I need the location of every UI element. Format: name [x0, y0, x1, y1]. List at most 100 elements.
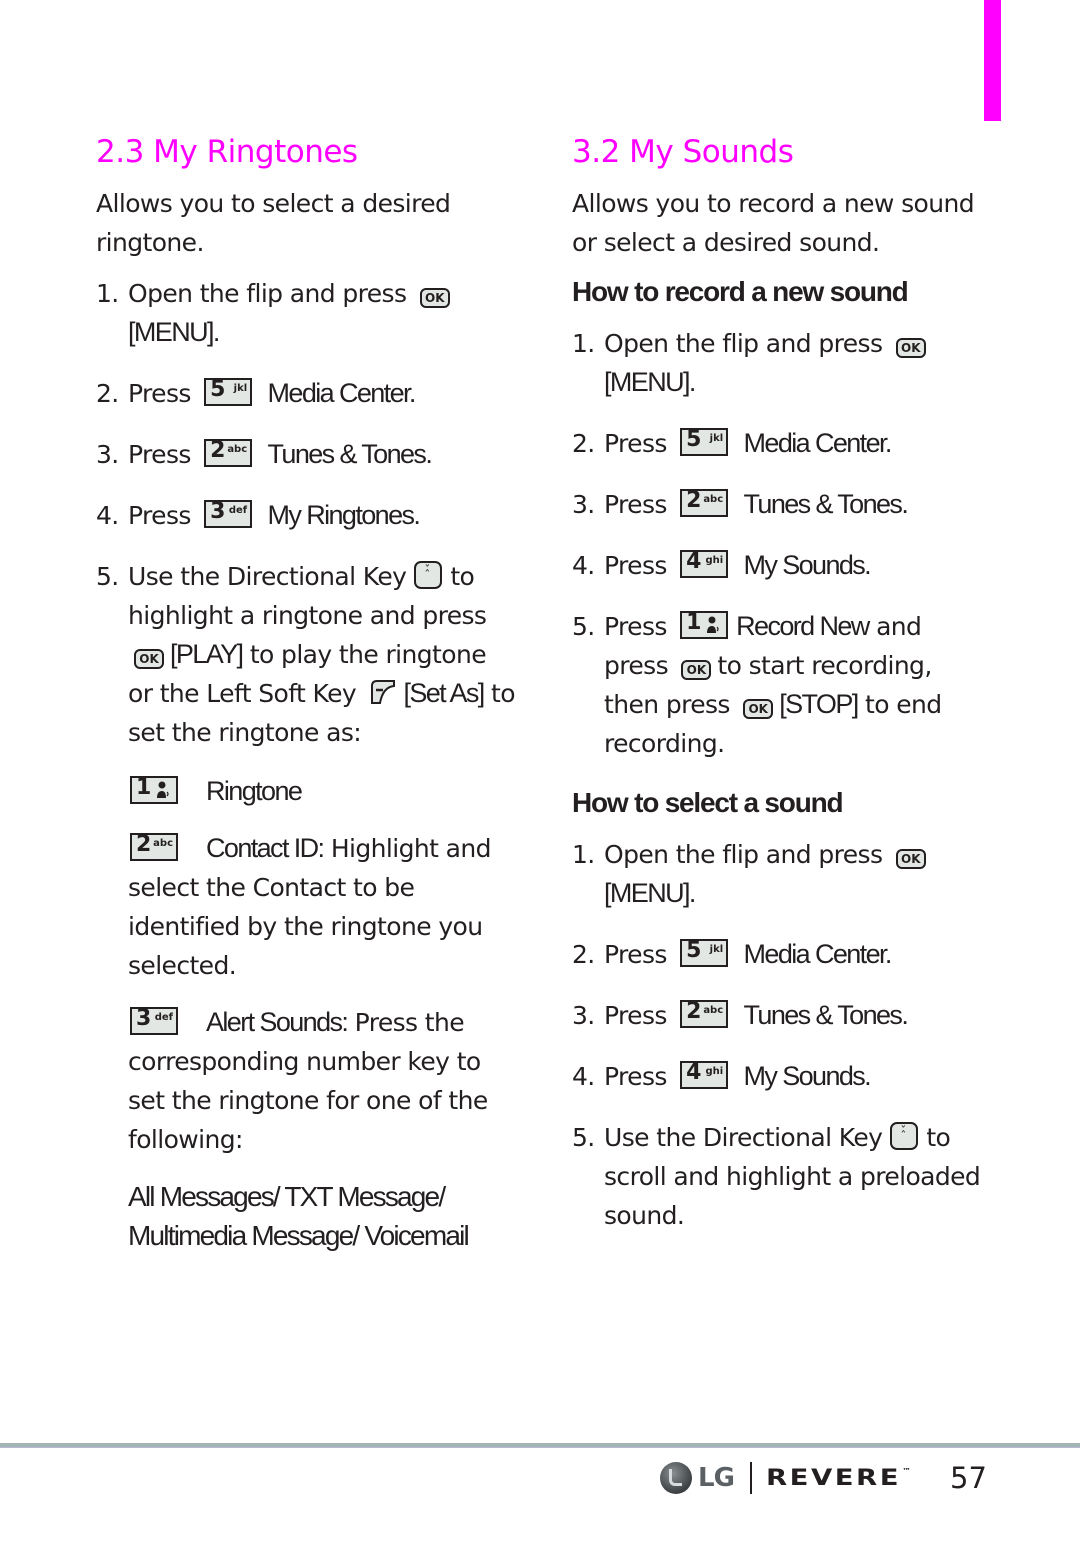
my-ringtones-section: 2.3 My Ringtones Allows you to select a … [96, 130, 516, 1255]
step-text: Press [128, 379, 191, 408]
ok-key-icon: OK [134, 649, 164, 669]
step-number: 4. [572, 551, 595, 580]
option-label: Contact ID: [206, 833, 325, 863]
product-name: REVERE™ [765, 1465, 914, 1491]
step-number: 4. [572, 1062, 595, 1091]
ok-key-icon: OK [419, 288, 450, 308]
step-text: Press [604, 1001, 667, 1030]
step-command: [STOP] [779, 689, 859, 719]
step-command: Media Center. [743, 428, 893, 458]
step-text: Press [604, 612, 667, 641]
step-command: Media Center. [267, 378, 417, 408]
step-command: My Sounds. [743, 550, 872, 580]
step-command: My Ringtones. [267, 500, 421, 530]
alert-types-list: All Messages/ TXT Message/ Multimedia Me… [128, 1181, 470, 1251]
step-number: 2. [572, 940, 595, 969]
step-number: 2. [572, 429, 595, 458]
option-contact-id: 2 abc Contact ID: Highlight and select the… [96, 829, 516, 985]
ok-key-icon: OK [895, 849, 926, 869]
select-subheading: How to select a sound [572, 787, 844, 818]
step-command: [MENU]. [128, 317, 220, 347]
step-text: Press [604, 490, 667, 519]
step-item: 3. Press 2 abc Tunes & Tones. [572, 485, 992, 524]
section-title: 2.3 My Ringtones [96, 134, 358, 170]
step-text: Use the Directional Key [604, 1123, 883, 1152]
section-tab-marker [984, 0, 1001, 121]
step-command: My Sounds. [743, 1061, 872, 1091]
step-command: Tunes & Tones. [743, 489, 909, 519]
section-title: 3.2 My Sounds [572, 134, 794, 170]
step-item: 4. Press 4 ghi My Sounds. [572, 1057, 992, 1096]
step-command: Record New [736, 611, 870, 641]
step-number: 3. [572, 490, 595, 519]
step-text: Open the flip and press [128, 279, 407, 308]
step-text: Open the flip and press [604, 840, 883, 869]
step-text: Press [604, 940, 667, 969]
key-2-icon: 2 abc [680, 999, 729, 1028]
lg-logo-icon [660, 1462, 692, 1494]
step-command: Tunes & Tones. [267, 439, 433, 469]
step-number: 5. [96, 562, 119, 591]
step-number: 1. [572, 329, 595, 358]
key-5-icon: 5 jkl [204, 377, 253, 406]
key-4-icon: 4 ghi [680, 1060, 729, 1089]
option-ringtone: 1 Ringtone [96, 772, 516, 811]
step-item: 3. Press 2 abc Tunes & Tones. [572, 996, 992, 1035]
step-text: Press [128, 501, 191, 530]
key-5-icon: 5 jkl [680, 938, 729, 967]
section-intro: Allows you to select a desired ringtone. [96, 189, 451, 257]
step-item: 2. Press 5 jkl Media Center. [96, 374, 516, 413]
record-subheading: How to record a new sound [572, 276, 909, 307]
step-number: 4. [96, 501, 119, 530]
key-3-icon: 3 def [204, 499, 253, 528]
step-text: Press [604, 1062, 667, 1091]
step-text: Open the flip and press [604, 329, 883, 358]
directional-key-icon [890, 1112, 919, 1156]
option-alert-sounds: 3 def Alert Sounds: Press the correspondin… [96, 1003, 516, 1159]
step-command: Media Center. [743, 939, 893, 969]
step-number: 2. [96, 379, 119, 408]
my-sounds-section: 3.2 My Sounds Allows you to record a new… [572, 130, 992, 1257]
lg-wordmark: LG [698, 1463, 735, 1493]
step-number: 1. [572, 840, 595, 869]
footer-brand: LG REVERE™ [660, 1458, 911, 1498]
directional-key-icon [414, 551, 443, 595]
option-label: Ringtone [206, 776, 303, 806]
key-2-icon: 2 abc [204, 438, 253, 467]
key-1-icon: 1 [130, 775, 178, 804]
step-item: 3. Press 2 abc Tunes & Tones. [96, 435, 516, 474]
step-command: [Set As] [403, 678, 485, 708]
step-item: 5. Press 1 Record New and press OK to sta… [572, 607, 992, 763]
step-item: 1. Open the flip and press OK [MENU]. [96, 274, 516, 352]
step-number: 5. [572, 612, 595, 641]
step-item: 1. Open the flip and press OK [MENU]. [572, 835, 992, 913]
option-label: Alert Sounds: [206, 1007, 349, 1037]
ok-key-icon: OK [681, 660, 712, 680]
step-item: 5. Use the Directional Keyto highlight a… [96, 551, 516, 752]
key-5-icon: 5 jkl [680, 427, 729, 456]
step-item: 4. Press 4 ghi My Sounds. [572, 546, 992, 585]
step-item: 5. Use the Directional Keyto scroll and … [572, 1112, 992, 1235]
step-item: 2. Press 5 jkl Media Center. [572, 424, 992, 463]
step-command: [PLAY] [170, 639, 244, 669]
key-2-icon: 2 abc [130, 832, 178, 861]
page-number: 57 [950, 1461, 987, 1495]
step-text: Use the Directional Key [128, 562, 407, 591]
key-2-icon: 2 abc [680, 488, 729, 517]
key-1-icon: 1 [680, 610, 729, 639]
step-command: [MENU]. [604, 367, 696, 397]
key-3-icon: 3 def [130, 1006, 178, 1035]
ok-key-icon: OK [895, 338, 926, 358]
step-item: 4. Press 3 def My Ringtones. [96, 496, 516, 535]
step-text: Press [604, 551, 667, 580]
step-command: Tunes & Tones. [743, 1000, 909, 1030]
brand-separator [749, 1462, 752, 1494]
left-soft-key-icon [371, 680, 396, 704]
section-intro: Allows you to record a new sound or sele… [572, 189, 975, 257]
step-number: 1. [96, 279, 119, 308]
step-item: 1. Open the flip and press OK [MENU]. [572, 324, 992, 402]
step-command: [MENU]. [604, 878, 696, 908]
key-4-icon: 4 ghi [680, 549, 729, 578]
step-item: 2. Press 5 jkl Media Center. [572, 935, 992, 974]
ok-key-icon: OK [743, 699, 774, 719]
